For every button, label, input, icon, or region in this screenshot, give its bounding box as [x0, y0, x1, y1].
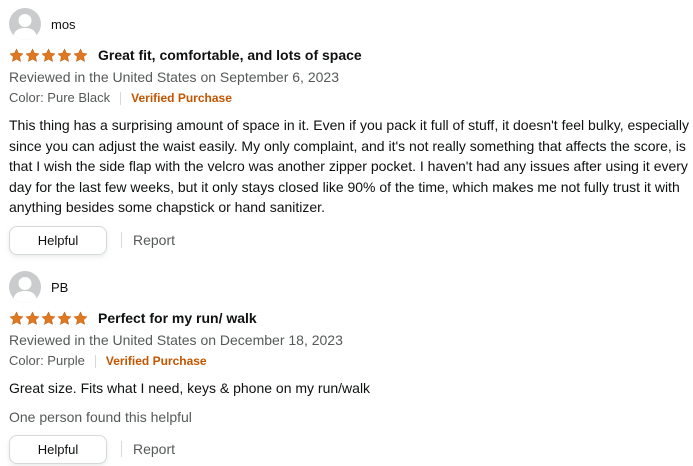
star-filled-icon — [41, 310, 56, 326]
review-title[interactable]: Perfect for my run/ walk — [98, 310, 257, 326]
star-filled-icon — [73, 310, 88, 326]
color-variant[interactable]: Color: Purple — [9, 351, 85, 371]
review-body: This thing has a surprising amount of sp… — [9, 117, 689, 215]
profile-name[interactable]: PB — [51, 280, 68, 295]
star-rating[interactable] — [9, 310, 88, 326]
report-link[interactable]: Report — [133, 441, 175, 457]
review-date: Reviewed in the United States on Decembe… — [9, 332, 343, 348]
verified-purchase-badge[interactable]: Verified Purchase — [131, 88, 232, 108]
divider — [121, 232, 122, 248]
review-title-row: Perfect for my run/ walk — [9, 308, 693, 328]
star-filled-icon — [57, 47, 72, 63]
divider — [120, 91, 122, 105]
review-card: PB Perfect for my run/ walk Reviewed in … — [9, 271, 693, 464]
review-meta-row: Color: Purple Verified Purchase — [9, 351, 693, 371]
review-body: Great size. Fits what I need, keys & pho… — [9, 380, 371, 396]
default-avatar-icon[interactable] — [9, 8, 41, 40]
star-filled-icon — [9, 310, 24, 326]
report-link[interactable]: Report — [133, 232, 175, 248]
color-variant[interactable]: Color: Pure Black — [9, 88, 110, 108]
profile-name[interactable]: mos — [51, 17, 76, 32]
review-meta-row: Color: Pure Black Verified Purchase — [9, 88, 693, 108]
review-actions: Helpful Report — [9, 434, 693, 464]
helpful-button[interactable]: Helpful — [9, 434, 107, 464]
star-filled-icon — [73, 47, 88, 63]
star-filled-icon — [41, 47, 56, 63]
helpful-count-text: One person found this helpful — [9, 408, 192, 425]
review-title[interactable]: Great fit, comfortable, and lots of spac… — [98, 47, 362, 63]
verified-purchase-badge[interactable]: Verified Purchase — [106, 351, 207, 371]
review-date: Reviewed in the United States on Septemb… — [9, 69, 339, 85]
review-actions: Helpful Report — [9, 225, 693, 255]
default-avatar-icon[interactable] — [9, 271, 41, 303]
profile-row: PB — [9, 271, 693, 303]
star-filled-icon — [25, 310, 40, 326]
star-filled-icon — [9, 47, 24, 63]
star-rating[interactable] — [9, 47, 88, 63]
profile-row: mos — [9, 8, 693, 40]
helpful-button[interactable]: Helpful — [9, 225, 107, 255]
review-card: mos Great fit, comfortable, and lots of … — [9, 8, 693, 255]
review-title-row: Great fit, comfortable, and lots of spac… — [9, 45, 693, 65]
divider — [121, 441, 122, 457]
star-filled-icon — [57, 310, 72, 326]
star-filled-icon — [25, 47, 40, 63]
divider — [94, 354, 96, 368]
